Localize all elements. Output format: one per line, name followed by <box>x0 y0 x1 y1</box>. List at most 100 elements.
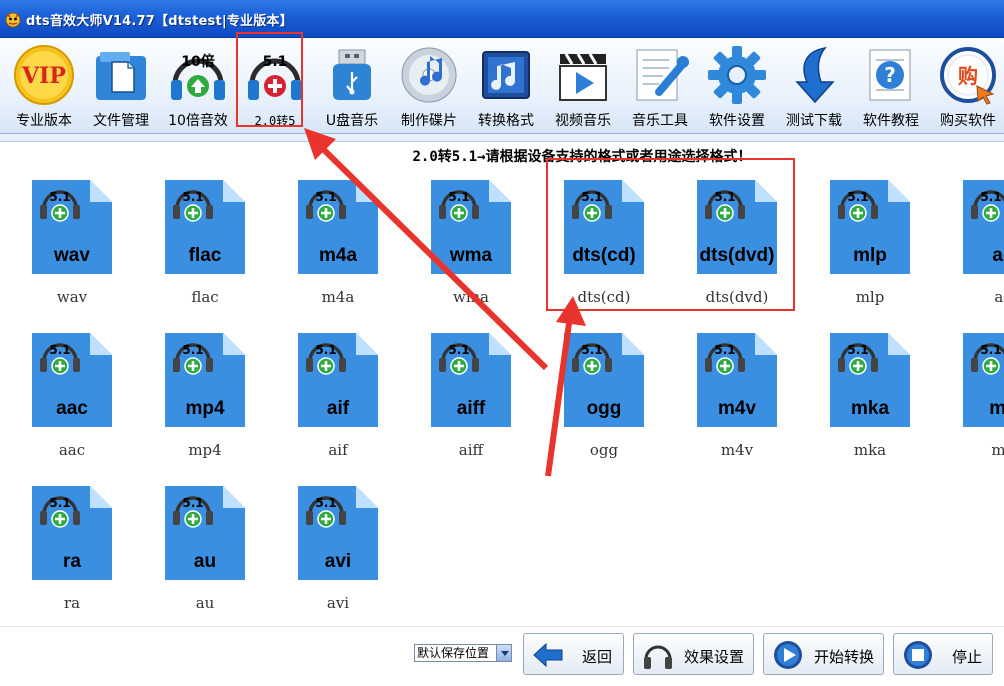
toolbar-label: U盘音乐 <box>325 113 379 129</box>
file-badge: 5.1 <box>49 190 70 204</box>
play-icon <box>774 641 802 669</box>
annotation-box-dts <box>546 158 795 311</box>
file-format-name: wav <box>53 245 90 266</box>
toolbar-buy-button[interactable]: 购 购买软件 <box>930 38 1004 134</box>
file-caption: m4a <box>321 288 355 306</box>
toolbar-label: 音乐工具 <box>632 113 688 129</box>
toolbar-tutorial-button[interactable]: ? 软件教程 <box>853 38 929 134</box>
format-item[interactable]: 5.1 m4a m4a <box>268 176 378 312</box>
format-item[interactable]: 5.1 wav wav <box>2 176 112 312</box>
toolbar-label: 转换格式 <box>478 113 534 129</box>
file-caption: au <box>195 594 215 612</box>
format-item[interactable]: 5.1 ac ac <box>933 176 1004 312</box>
toolbar-label: 专业版本 <box>16 113 72 129</box>
audio-file-icon: 5.1 mlp <box>830 180 910 274</box>
toolbar-music-tools-button[interactable]: 音乐工具 <box>622 38 698 134</box>
toolbar-label: 测试下载 <box>786 113 842 129</box>
headphones-icon <box>644 645 672 669</box>
chevron-down-icon[interactable] <box>496 645 511 661</box>
file-format-name: m4a <box>319 245 357 266</box>
audio-file-icon: 5.1 ra <box>32 486 112 580</box>
audio-file-icon: 5.1 aif <box>298 333 378 427</box>
format-item[interactable]: 5.1 aac aac <box>2 329 112 465</box>
save-location-select[interactable]: 默认保存位置 <box>414 644 512 662</box>
buy-icon: 购 <box>940 47 996 105</box>
file-badge: 5.1 <box>847 190 868 204</box>
file-badge: 5.1 <box>980 343 1001 357</box>
file-format-name: ra <box>63 551 81 572</box>
stop-button-label: 停止 <box>952 648 983 666</box>
toolbar-label: 视频音乐 <box>555 113 611 129</box>
file-badge: 5.1 <box>182 343 203 357</box>
save-location-value: 默认保存位置 <box>417 646 490 660</box>
format-item[interactable]: 5.1 mka mka <box>800 329 910 465</box>
file-caption: ra <box>63 594 81 612</box>
toolbar-settings-button[interactable]: 软件设置 <box>699 38 775 134</box>
format-item[interactable]: 5.1 aiff aiff <box>401 329 511 465</box>
toolbar-file-manager-button[interactable]: 文件管理 <box>83 38 159 134</box>
toolbar-convert-format-button[interactable]: 转换格式 <box>468 38 544 134</box>
annotation-box-toolbar <box>236 32 303 127</box>
music-convert-icon <box>482 51 530 99</box>
download-arrow-icon <box>795 46 835 104</box>
file-caption: aac <box>58 441 86 459</box>
svg-text:VIP: VIP <box>21 63 66 89</box>
file-caption: mka <box>853 441 887 459</box>
audio-file-icon: 5.1 mka <box>830 333 910 427</box>
effect-settings-button[interactable]: 效果设置 <box>633 633 754 675</box>
file-badge: 5.1 <box>49 496 70 510</box>
toolbar-vip-button[interactable]: VIP 专业版本 <box>6 38 82 134</box>
toolbar-make-disc-button[interactable]: 制作碟片 <box>391 38 467 134</box>
file-badge: 5.1 <box>182 496 203 510</box>
audio-file-icon: 5.1 mp4 <box>165 333 245 427</box>
toolbar-test-download-button[interactable]: 测试下载 <box>776 38 852 134</box>
stop-button[interactable]: 停止 <box>893 633 993 675</box>
tools-icon <box>636 49 689 101</box>
format-item[interactable]: 5.1 wma wma <box>401 176 511 312</box>
file-format-name: mp4 <box>185 398 225 419</box>
format-item[interactable]: 5.1 flac flac <box>135 176 245 312</box>
file-caption: flac <box>191 288 219 306</box>
toolbar-label: 文件管理 <box>93 113 149 129</box>
file-badge: 5.1 <box>847 343 868 357</box>
back-button-label: 返回 <box>582 648 613 666</box>
help-icon: ? <box>869 49 911 101</box>
toolbar-usb-music-button[interactable]: U盘音乐 <box>314 38 390 134</box>
file-caption: aif <box>328 441 348 459</box>
disc-icon <box>401 47 457 103</box>
toolbar-video-music-button[interactable]: 视频音乐 <box>545 38 621 134</box>
format-item[interactable]: 5.1 ra ra <box>2 482 112 618</box>
start-convert-label: 开始转换 <box>814 648 875 666</box>
format-item[interactable]: 5.1 mp4 mp4 <box>135 329 245 465</box>
usb-drive-icon <box>333 49 371 100</box>
audio-file-icon: 5.1 ac <box>963 180 1004 274</box>
audio-file-icon: 5.1 mk <box>963 333 1004 427</box>
format-item[interactable]: 5.1 avi avi <box>268 482 378 618</box>
toolbar-separator <box>0 134 1004 142</box>
file-format-name: au <box>194 551 216 572</box>
vip-icon: VIP <box>14 45 74 105</box>
file-caption: aiff <box>458 441 484 459</box>
video-clapper-icon <box>559 53 607 101</box>
format-item[interactable]: 5.1 au au <box>135 482 245 618</box>
back-button[interactable]: 返回 <box>523 633 624 675</box>
file-caption: ac <box>994 288 1004 306</box>
toolbar-label: 制作碟片 <box>401 113 457 129</box>
main-toolbar: VIP 专业版本 文件管理 10倍 10倍音效 5.1 2.0转5 U盘音乐 制… <box>0 38 1004 134</box>
format-item[interactable]: 5.1 mlp mlp <box>800 176 910 312</box>
effect-settings-label: 效果设置 <box>684 648 745 666</box>
toolbar-10x-boost-button[interactable]: 10倍 10倍音效 <box>160 38 236 134</box>
app-icon <box>5 12 21 28</box>
file-format-name: ogg <box>587 398 622 419</box>
file-badge: 5.1 <box>315 496 336 510</box>
file-format-name: avi <box>325 551 351 572</box>
file-caption: m4v <box>720 441 754 459</box>
format-item[interactable]: 5.1 aif aif <box>268 329 378 465</box>
format-item[interactable]: 5.1 mk mk <box>933 329 1004 465</box>
start-convert-button[interactable]: 开始转换 <box>763 633 884 675</box>
format-item[interactable]: 5.1 m4v m4v <box>667 329 777 465</box>
format-item[interactable]: 5.1 ogg ogg <box>534 329 644 465</box>
file-format-name: wma <box>449 245 493 266</box>
file-caption: wma <box>452 288 489 306</box>
buy-badge: 购 <box>958 64 978 88</box>
